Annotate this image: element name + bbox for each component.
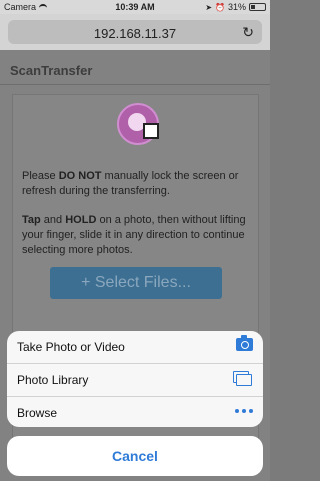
take-photo-label: Take Photo or Video xyxy=(17,340,125,354)
cancel-button[interactable]: Cancel xyxy=(7,436,263,476)
page-divider xyxy=(0,84,270,85)
photo-library-icon xyxy=(233,371,253,387)
alarm-icon: ⏰ xyxy=(215,2,225,12)
status-bar: Camera 10:39 AM ➤ ⏰ 31% xyxy=(0,0,270,14)
location-icon: ➤ xyxy=(205,2,213,12)
reload-icon[interactable]: ↻ xyxy=(242,24,254,41)
qr-code-icon xyxy=(143,123,159,139)
camera-icon xyxy=(236,335,253,351)
battery-percent: 31% xyxy=(227,2,246,12)
lock-screen-warning: Please DO NOT manually lock the screen o… xyxy=(22,170,239,197)
select-files-button[interactable]: + Select Files... xyxy=(50,267,222,299)
photo-library-icon-front xyxy=(236,374,252,386)
more-icon xyxy=(235,404,253,413)
browse-label: Browse xyxy=(17,406,58,420)
browser-url-bar: 192.168.11.37 ↻ xyxy=(0,14,270,50)
take-photo-option[interactable]: Take Photo or Video xyxy=(7,331,263,363)
status-bar-right: ➤ ⏰ 31% xyxy=(205,2,266,12)
photo-library-label: Photo Library xyxy=(17,373,89,387)
tap-hold-instruction: Tap and HOLD on a photo, then without li… xyxy=(22,214,246,256)
scantransfer-logo xyxy=(117,103,159,145)
action-sheet: Take Photo or Video Photo Library Browse xyxy=(7,331,263,427)
battery-icon xyxy=(249,3,266,11)
url-text: 192.168.11.37 xyxy=(93,26,177,41)
page-title: ScanTransfer xyxy=(10,63,93,78)
photo-library-option[interactable]: Photo Library xyxy=(7,364,263,396)
cancel-label: Cancel xyxy=(112,448,158,464)
url-field[interactable]: 192.168.11.37 ↻ xyxy=(8,20,262,44)
browse-option[interactable]: Browse xyxy=(7,397,263,427)
